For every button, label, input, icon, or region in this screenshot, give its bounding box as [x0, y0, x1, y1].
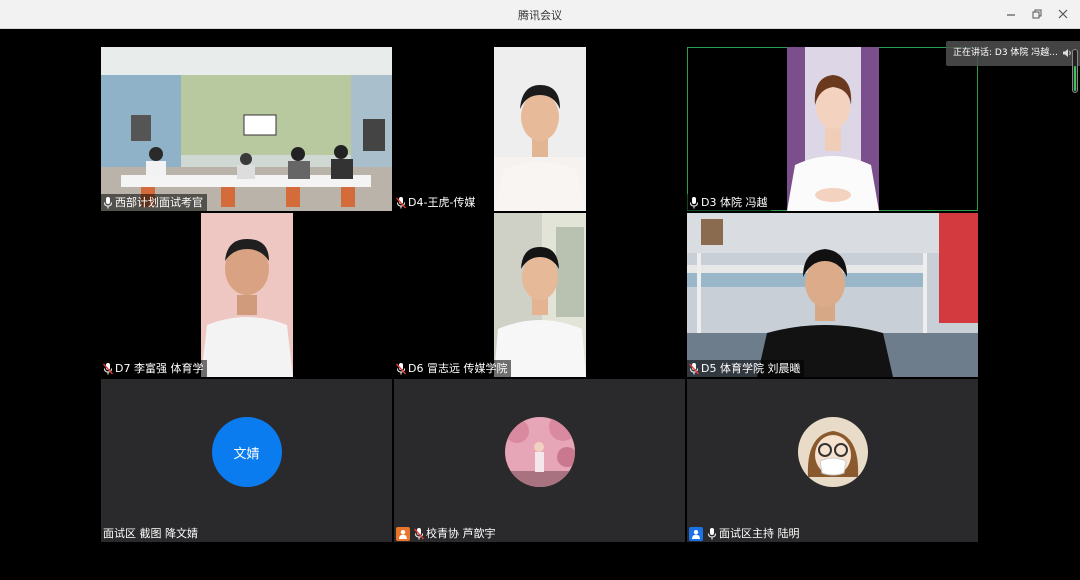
- participant-label: D6 冒志远 传媒学院: [394, 360, 512, 377]
- mic-muted-icon: [396, 362, 406, 374]
- user-icon: [396, 526, 410, 541]
- participant-name: D5 体育学院 刘晨曦: [701, 362, 801, 375]
- participant-label: 西部计划面试考官: [101, 194, 207, 211]
- avatar: 文婧: [211, 417, 282, 487]
- video-tile-active-speaker[interactable]: D3 体院 冯越: [687, 47, 978, 211]
- mic-icon: [104, 196, 112, 208]
- video-feed: [494, 213, 586, 377]
- video-feed: [101, 47, 392, 211]
- video-tile[interactable]: D7 李富强 体育学: [101, 213, 392, 377]
- video-tile[interactable]: D6 冒志远 传媒学院: [394, 213, 685, 377]
- participant-label: D5 体育学院 刘晨曦: [687, 360, 805, 377]
- participant-name: 校青协 芦歆宇: [426, 527, 496, 540]
- video-feed: [201, 213, 293, 377]
- mic-muted-icon: [103, 362, 113, 374]
- participant-label: 面试区主持 陆明: [687, 525, 804, 542]
- speaking-text: 正在讲话: D3 体院 冯越...: [953, 48, 1058, 58]
- volume-meter: [1072, 49, 1078, 93]
- avatar: [504, 417, 575, 487]
- window-title: 腾讯会议: [518, 9, 562, 22]
- title-bar: 腾讯会议: [0, 0, 1080, 29]
- mic-icon: [690, 196, 698, 208]
- volume-level: [1074, 66, 1076, 91]
- participant-name: D6 冒志远 传媒学院: [408, 362, 508, 375]
- avatar-tile[interactable]: 文婧 面试区 截图 降文婧: [101, 379, 392, 542]
- participant-name: 面试区 截图 降文婧: [103, 527, 198, 540]
- participant-label: D3 体院 冯越: [687, 194, 772, 211]
- mic-muted-icon: [689, 362, 699, 374]
- video-grid: 西部计划面试考官 D4-王虎-传媒 D3 体院 冯越 D7 李富强 体育学 D6…: [0, 29, 1080, 580]
- video-tile[interactable]: D5 体育学院 刘晨曦: [687, 213, 978, 377]
- participant-name: 西部计划面试考官: [115, 196, 203, 209]
- avatar: [797, 417, 868, 487]
- video-tile[interactable]: D4-王虎-传媒: [394, 47, 685, 211]
- restore-icon[interactable]: [1030, 6, 1044, 22]
- video-tile[interactable]: 西部计划面试考官: [101, 47, 392, 211]
- video-feed: [687, 213, 978, 377]
- speaking-indicator[interactable]: 正在讲话: D3 体院 冯越...: [946, 41, 1080, 66]
- participant-label: D7 李富强 体育学: [101, 360, 208, 377]
- participant-name: 面试区主持 陆明: [719, 527, 800, 540]
- mic-muted-icon: [414, 527, 424, 539]
- user-icon: [689, 526, 703, 541]
- participant-name: D3 体院 冯越: [701, 196, 768, 209]
- mic-muted-icon: [396, 196, 406, 208]
- avatar-tile[interactable]: 面试区主持 陆明: [687, 379, 978, 542]
- minimize-icon[interactable]: [1004, 6, 1018, 22]
- speaker-icon: [1063, 49, 1071, 57]
- participant-label: D4-王虎-传媒: [394, 194, 480, 211]
- video-feed: [494, 47, 586, 211]
- close-icon[interactable]: [1056, 6, 1070, 22]
- video-feed: [787, 47, 879, 211]
- mic-icon: [708, 527, 716, 539]
- avatar-tile[interactable]: 校青协 芦歆宇: [394, 379, 685, 542]
- participant-label: 校青协 芦歆宇: [394, 525, 500, 542]
- participant-name: D4-王虎-传媒: [408, 196, 476, 209]
- participant-label: 面试区 截图 降文婧: [101, 525, 202, 542]
- participant-name: D7 李富强 体育学: [115, 362, 204, 375]
